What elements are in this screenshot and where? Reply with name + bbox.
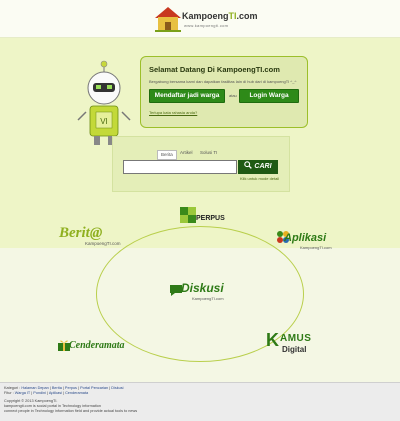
footer-link[interactable]: Berita xyxy=(52,386,62,390)
svg-text:VI: VI xyxy=(100,117,108,126)
module-berita-label: Berit@ xyxy=(59,225,103,241)
logo-wordmark: KampoengTI.com xyxy=(182,11,258,21)
search-input[interactable] xyxy=(123,160,237,174)
site-header: KampoengTI.com www.kampoengti.com xyxy=(0,0,400,38)
logo-tagline: www.kampoengti.com xyxy=(184,23,229,28)
footer-feature-line: Fitur : Warga IT | Pondini | Aplikasi | … xyxy=(4,391,89,395)
module-aplikasi-label: Aplikasi xyxy=(284,232,327,244)
module-kamus-digital[interactable]: K AMUS Digital xyxy=(266,330,338,358)
tab-solusi-ti[interactable]: Solusi TI xyxy=(200,150,217,155)
tab-artikel[interactable]: Artikel xyxy=(180,150,193,155)
welcome-subtitle: Bergabung bersama kami dan dapatkan fasi… xyxy=(149,79,297,84)
footer-link[interactable]: Warga IT xyxy=(15,391,30,395)
module-perpus-label: PERPUS xyxy=(196,215,225,222)
book-stack-icon xyxy=(180,207,196,223)
site-footer: Kategori : Halaman Depan | Berita | Perp… xyxy=(0,382,400,421)
module-aplikasi-sub: KampoengTI.com xyxy=(300,245,332,250)
search-detail-link[interactable]: Klik untuk mode detail xyxy=(240,176,279,181)
register-button[interactable]: Mendaftar jadi warga xyxy=(149,89,225,103)
welcome-panel: Selamat Datang Di KampoengTI.com Bergabu… xyxy=(140,56,308,128)
or-label: atau xyxy=(229,93,237,98)
module-cenderamata[interactable]: Cenderamata xyxy=(57,336,145,358)
search-button-label: CARI xyxy=(254,163,272,170)
footer-link[interactable]: Portal Pencarian xyxy=(80,386,108,390)
module-perpus[interactable]: PERPUS xyxy=(178,203,228,229)
footer-link[interactable]: Pondini xyxy=(33,391,46,395)
module-kamus-label: AMUS xyxy=(280,333,312,344)
footer-link[interactable]: Halaman Depan xyxy=(21,386,48,390)
module-berita-sub: KampoengTI.com xyxy=(85,241,121,246)
module-diskusi-label: Diskusi xyxy=(181,281,224,295)
footer-link[interactable]: Diskusi xyxy=(111,386,123,390)
welcome-title: Selamat Datang Di KampoengTI.com xyxy=(149,65,280,74)
footer-link[interactable]: Aplikasi xyxy=(49,391,62,395)
forgot-password-link[interactable]: Terlupa kata rahasia anda? xyxy=(149,110,197,115)
tab-berita[interactable]: Berita xyxy=(157,150,177,160)
module-diskusi-sub: KampoengTI.com xyxy=(192,296,224,301)
module-cenderamata-label: Cenderamata xyxy=(69,340,125,351)
module-kamus-sub: Digital xyxy=(282,345,307,354)
footer-link[interactable]: Perpus xyxy=(65,386,77,390)
module-berita[interactable]: Berit@ KampoengTI.com xyxy=(55,225,127,249)
house-logo-icon xyxy=(155,7,181,32)
module-diskusi[interactable]: Diskusi KampoengTI.com xyxy=(168,277,232,303)
search-button[interactable]: CARI xyxy=(238,160,278,174)
module-kamus-k: K xyxy=(266,330,279,350)
login-button[interactable]: Login Warga xyxy=(239,89,299,103)
footer-about-line-2: connect people in Technology information… xyxy=(4,409,138,413)
magnifier-icon xyxy=(244,161,253,169)
footer-link[interactable]: Cenderamata xyxy=(65,391,88,395)
site-logo[interactable]: KampoengTI.com www.kampoengti.com xyxy=(152,4,258,34)
module-aplikasi[interactable]: Aplikasi KampoengTI.com xyxy=(276,228,340,252)
